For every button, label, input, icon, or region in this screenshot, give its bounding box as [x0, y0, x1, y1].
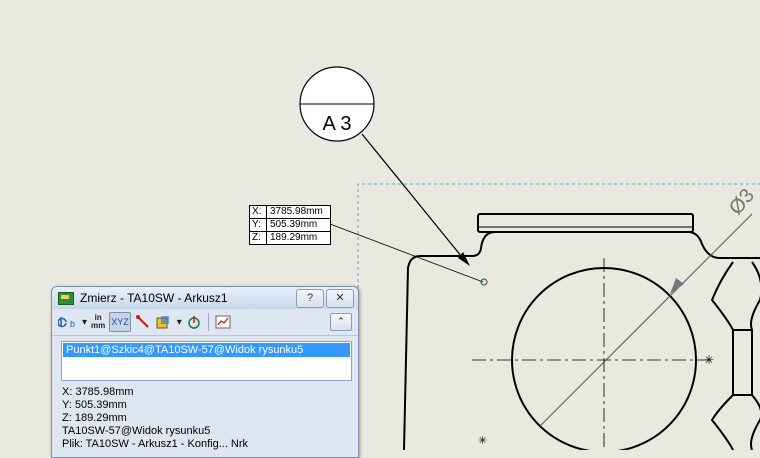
arc-circle-measure-icon[interactable]: b [58, 313, 78, 331]
diameter-dimension-line [539, 213, 753, 427]
dialog-toolbar: b ▾ in mm XYZ ▾ ⌃ [52, 309, 358, 336]
coord-x-label: X: [250, 206, 267, 218]
close-button[interactable]: ✕ [326, 288, 354, 308]
coord-y-label: Y: [250, 219, 267, 231]
coord-z-label: Z: [250, 232, 267, 244]
svg-text:b: b [70, 319, 75, 329]
selection-list[interactable]: Punkt1@Szkic4@TA10SW-57@Widok rysunku5 [61, 341, 352, 381]
xyz-measure-button[interactable]: XYZ [109, 312, 131, 332]
measure-results: X: 3785.98mm Y: 505.39mm Z: 189.29mm TA1… [62, 386, 358, 451]
selected-entity[interactable]: Punkt1@Szkic4@TA10SW-57@Widok rysunku5 [63, 343, 350, 357]
chevron-down-icon[interactable]: ▾ [177, 313, 182, 331]
coordinate-system-icon[interactable] [186, 313, 202, 331]
dimension-arrow [670, 278, 684, 294]
coord-x-value: 3785.98mm [270, 206, 323, 217]
center-mark: ✳ [478, 435, 487, 447]
result-y: Y: 505.39mm [62, 399, 127, 411]
balloon-leader [361, 133, 467, 263]
help-button[interactable]: ? [296, 288, 324, 308]
dialog-title: Zmierz - TA10SW - Arkusz1 [80, 291, 228, 305]
collapse-button[interactable]: ⌃ [330, 313, 352, 331]
chevron-down-icon[interactable]: ▾ [82, 313, 87, 331]
part-outline [403, 213, 760, 450]
balloon-label: A 3 [323, 113, 352, 135]
diameter-label: Ø3 [725, 185, 759, 220]
units-precision-button[interactable]: in mm [91, 313, 105, 331]
coord-y-value: 505.39mm [270, 219, 318, 230]
coord-leader [329, 223, 484, 283]
dialog-titlebar[interactable]: Zmierz - TA10SW - Arkusz1 ? ✕ [52, 287, 358, 309]
balloon-a3[interactable]: A 3 [299, 66, 375, 142]
measure-tool-icon [58, 291, 74, 305]
units-bottom: mm [91, 321, 106, 330]
view-boundary [357, 183, 760, 450]
point-to-point-icon[interactable] [135, 313, 151, 331]
toolbar-separator [207, 313, 209, 331]
result-x: X: 3785.98mm [62, 386, 134, 398]
result-view: TA10SW-57@Widok rysunku5 [62, 425, 211, 437]
center-mark: ✳ [704, 353, 714, 367]
coord-z-value: 189.29mm [270, 232, 318, 243]
result-z: Z: 189.29mm [62, 412, 127, 424]
result-file: Plik: TA10SW - Arkusz1 - Konfig... Nrk [62, 438, 249, 450]
measure-dialog: Zmierz - TA10SW - Arkusz1 ? ✕ b ▾ in mm … [51, 286, 359, 458]
projection-icon[interactable] [155, 313, 173, 331]
history-chart-icon[interactable] [215, 313, 231, 331]
coordinate-readout: X: 3785.98mm Y: 505.39mm Z: 189.29mm [249, 205, 331, 245]
